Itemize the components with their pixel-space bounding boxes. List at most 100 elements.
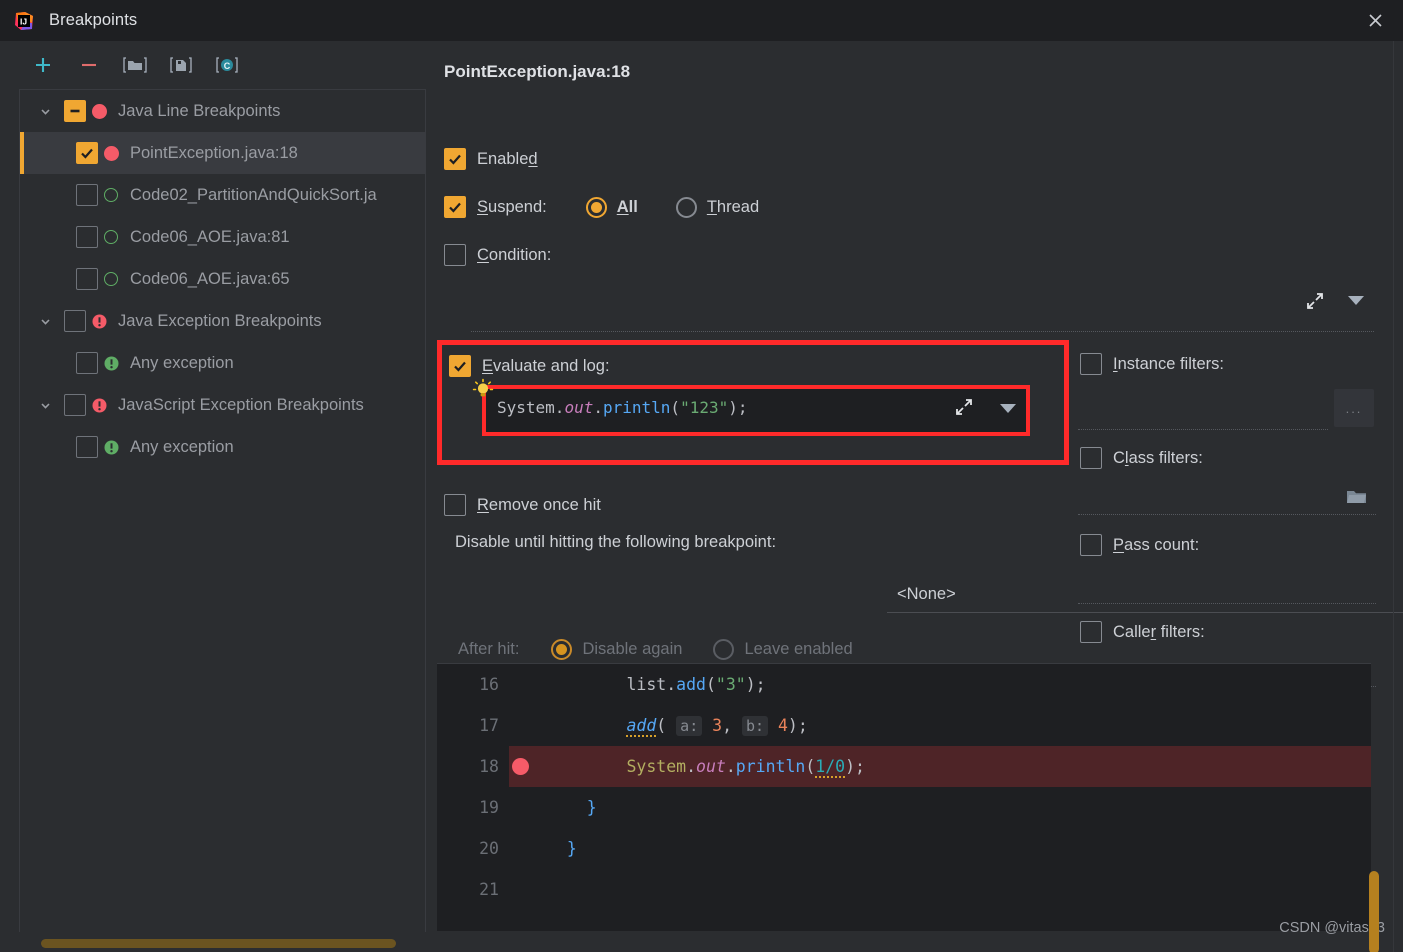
tree-item-1[interactable]: PointException.java:18	[20, 132, 425, 174]
lightbulb-icon[interactable]	[472, 378, 494, 400]
code-line[interactable]: 19 }	[437, 787, 1371, 828]
instance-filters-row[interactable]: Instance filters:	[1080, 353, 1224, 375]
radio-leave-enabled-indicator	[713, 639, 735, 660]
suspend-all-label: All	[616, 197, 638, 216]
red-dot-breakpoint-icon	[103, 145, 119, 161]
enabled-checkbox[interactable]	[444, 148, 466, 170]
condition-input[interactable]	[444, 276, 1359, 326]
tree-item-checkbox[interactable]	[76, 436, 98, 458]
caller-filters-checkbox[interactable]	[1080, 621, 1102, 643]
remove-once-hit-row[interactable]: Remove once hit	[444, 494, 601, 516]
code-line[interactable]: 17 add( a: 3, b: 4);	[437, 705, 1371, 746]
remove-once-hit-checkbox[interactable]	[444, 494, 466, 516]
after-hit-row: After hit: Disable again Leave enabled	[458, 639, 853, 660]
suspend-thread-label: Thread	[706, 197, 760, 216]
group-by-file-button[interactable]	[167, 51, 195, 79]
code-line[interactable]: 16 list.add("3");	[437, 664, 1371, 705]
disable-until-combobox[interactable]: <None>	[887, 576, 1403, 613]
class-filters-checkbox[interactable]	[1080, 447, 1102, 469]
tree-twisty-icon[interactable]	[32, 105, 58, 118]
tree-item-4[interactable]: Code06_AOE.java:65	[20, 258, 425, 300]
line-number: 18	[437, 746, 529, 787]
code-token: .	[554, 398, 565, 417]
red-dot-breakpoint-icon[interactable]	[512, 758, 529, 775]
code-line-text: }	[509, 798, 597, 817]
instance-filters-checkbox[interactable]	[1080, 353, 1102, 375]
code-line-text: }	[509, 839, 577, 858]
group-by-folder-button[interactable]	[121, 51, 149, 79]
evaluate-and-log-checkbox[interactable]	[449, 355, 471, 377]
evaluate-and-log-input-value[interactable]: System.out.println("123");	[497, 398, 748, 417]
caller-filters-row[interactable]: Caller filters:	[1080, 621, 1205, 643]
evaluate-history-chevron-down-icon[interactable]	[1000, 404, 1016, 413]
tree-item-8[interactable]: Any exception	[20, 426, 425, 468]
after-hit-disable-again-radio[interactable]: Disable again	[551, 639, 682, 660]
tree-item-checkbox[interactable]	[76, 268, 98, 290]
tree-item-checkbox[interactable]	[76, 142, 98, 164]
code-preview[interactable]: 16 list.add("3"); 17 add( a: 3, b: 4); 18 …	[437, 663, 1371, 931]
code-token: )	[787, 716, 798, 735]
tree-item-checkbox[interactable]	[76, 352, 98, 374]
line-number: 17	[437, 705, 509, 746]
enabled-label: Enabled	[477, 149, 538, 168]
evaluate-expand-icon[interactable]	[953, 396, 975, 418]
pass-count-row[interactable]: Pass count:	[1080, 534, 1199, 556]
tree-item-label: Java Exception Breakpoints	[118, 311, 322, 330]
code-line-text: list.add("3");	[509, 675, 766, 694]
remove-breakpoint-button[interactable]	[75, 51, 103, 79]
instance-filters-ellipsis-button[interactable]: ...	[1334, 389, 1374, 427]
code-token: ;	[797, 716, 808, 735]
code-token: ;	[737, 398, 748, 417]
tree-item-7[interactable]: JavaScript Exception Breakpoints	[20, 384, 425, 426]
tree-item-label: Code02_PartitionAndQuickSort.ja	[130, 185, 377, 204]
condition-checkbox[interactable]	[444, 244, 466, 266]
condition-row: Condition:	[444, 244, 551, 266]
pass-count-checkbox[interactable]	[1080, 534, 1102, 556]
tree-horizontal-scrollbar[interactable]	[19, 932, 426, 952]
disable-until-label: Disable until hitting the following brea…	[455, 533, 777, 551]
tree-item-0[interactable]: Java Line Breakpoints	[20, 90, 425, 132]
tree-horizontal-scrollbar-thumb[interactable]	[41, 939, 396, 948]
suspend-all-radio[interactable]: All	[585, 196, 638, 218]
tree-item-3[interactable]: Code06_AOE.java:81	[20, 216, 425, 258]
tree-item-checkbox[interactable]	[64, 310, 86, 332]
class-group-icon: C	[216, 57, 238, 73]
after-hit-leave-enabled-radio[interactable]: Leave enabled	[713, 639, 853, 660]
tree-twisty-icon[interactable]	[32, 399, 58, 412]
code-line[interactable]: 21	[437, 869, 1371, 910]
instance-filters-separator	[1078, 429, 1328, 430]
tree-twisty-icon[interactable]	[32, 315, 58, 328]
code-token: 3	[712, 716, 723, 735]
line-number: 21	[437, 869, 509, 910]
code-preview-vertical-scrollbar-thumb[interactable]	[1369, 871, 1379, 952]
tree-item-6[interactable]: Any exception	[20, 342, 425, 384]
code-token: ;	[755, 675, 766, 694]
class-filters-folder-button[interactable]	[1346, 488, 1367, 505]
condition-expand-icon[interactable]	[1304, 290, 1326, 312]
class-filters-row[interactable]: Class filters:	[1080, 447, 1203, 469]
red-dot-breakpoint-icon	[91, 103, 107, 119]
suspend-checkbox[interactable]	[444, 196, 466, 218]
condition-history-icon[interactable]	[1348, 296, 1364, 305]
group-by-class-button[interactable]: C	[213, 51, 241, 79]
tree-item-checkbox[interactable]	[64, 394, 86, 416]
window-title: Breakpoints	[49, 11, 138, 29]
radio-disable-again-indicator	[551, 639, 573, 660]
ellipsis-icon: ...	[1345, 400, 1363, 416]
add-breakpoint-button[interactable]	[29, 51, 57, 79]
close-button[interactable]	[1347, 0, 1403, 41]
after-hit-leave-enabled-label: Leave enabled	[744, 640, 853, 658]
tree-item-5[interactable]: Java Exception Breakpoints	[20, 300, 425, 342]
breakpoints-tree[interactable]: Java Line Breakpoints PointException.java…	[19, 89, 426, 952]
code-line[interactable]: 18 System.out.println(1/0);	[437, 746, 1371, 787]
tree-item-2[interactable]: Code02_PartitionAndQuickSort.ja	[20, 174, 425, 216]
tree-item-label: Any exception	[130, 353, 234, 372]
code-token: .	[686, 757, 697, 776]
tree-item-checkbox[interactable]	[76, 184, 98, 206]
tree-item-checkbox[interactable]	[64, 100, 86, 122]
tree-item-checkbox[interactable]	[76, 226, 98, 248]
suspend-thread-radio[interactable]: Thread	[675, 196, 760, 218]
code-line[interactable]: 20 }	[437, 828, 1371, 869]
